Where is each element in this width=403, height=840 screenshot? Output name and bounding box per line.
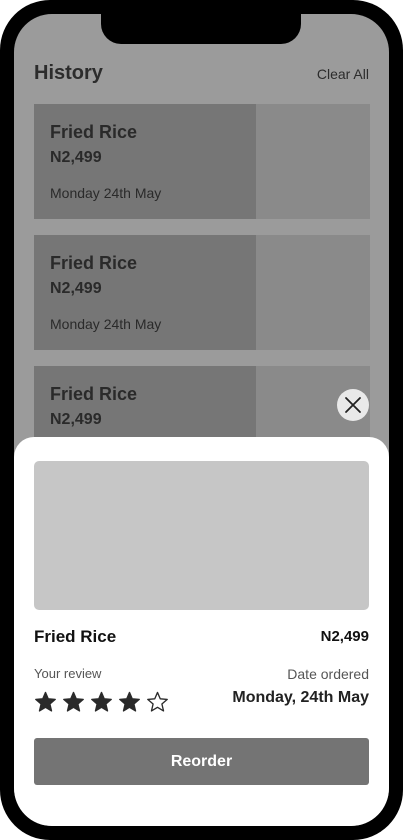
history-card[interactable]: Fried Rice N2,499 Monday 24th May [34,104,370,219]
close-icon [345,397,361,413]
review-label: Your review [34,666,102,681]
food-image [34,461,369,610]
page-title: History [34,62,103,84]
order-item-name: Fried Rice [34,627,117,646]
history-item-price: N2,499 [50,411,102,428]
date-ordered-value: Monday, 24th May [232,689,369,706]
date-ordered-label: Date ordered [287,666,369,682]
star-filled-icon[interactable] [62,691,85,713]
history-item-date: Monday 24th May [50,185,162,201]
order-item-price: N2,499 [320,628,369,645]
history-card-info: Fried Rice N2,499 Monday 24th May [34,104,256,219]
star-outline-icon[interactable] [146,691,169,713]
history-card[interactable]: Fried Rice N2,499 Monday 24th May [34,235,370,350]
history-card-info: Fried Rice N2,499 Monday 24th May [34,235,256,350]
history-item-name: Fried Rice [50,384,138,404]
reorder-button[interactable]: Reorder [34,738,369,785]
screen: History Clear All Fried Rice N2,499 Mond… [14,14,389,826]
order-detail-sheet: Fried Rice N2,499 Your review Date order… [14,437,389,826]
star-filled-icon[interactable] [34,691,57,713]
close-sheet-button[interactable] [337,389,369,421]
star-filled-icon[interactable] [90,691,113,713]
history-item-price: N2,499 [50,149,102,166]
notch [101,14,301,44]
star-rating[interactable] [34,691,169,713]
history-item-date: Monday 24th May [50,316,162,332]
header: History Clear All [34,62,369,88]
history-item-name: Fried Rice [50,122,138,142]
history-item-price: N2,499 [50,280,102,297]
clear-all-button[interactable]: Clear All [317,66,369,82]
history-item-name: Fried Rice [50,253,138,273]
phone-frame: History Clear All Fried Rice N2,499 Mond… [0,0,403,840]
star-filled-icon[interactable] [118,691,141,713]
